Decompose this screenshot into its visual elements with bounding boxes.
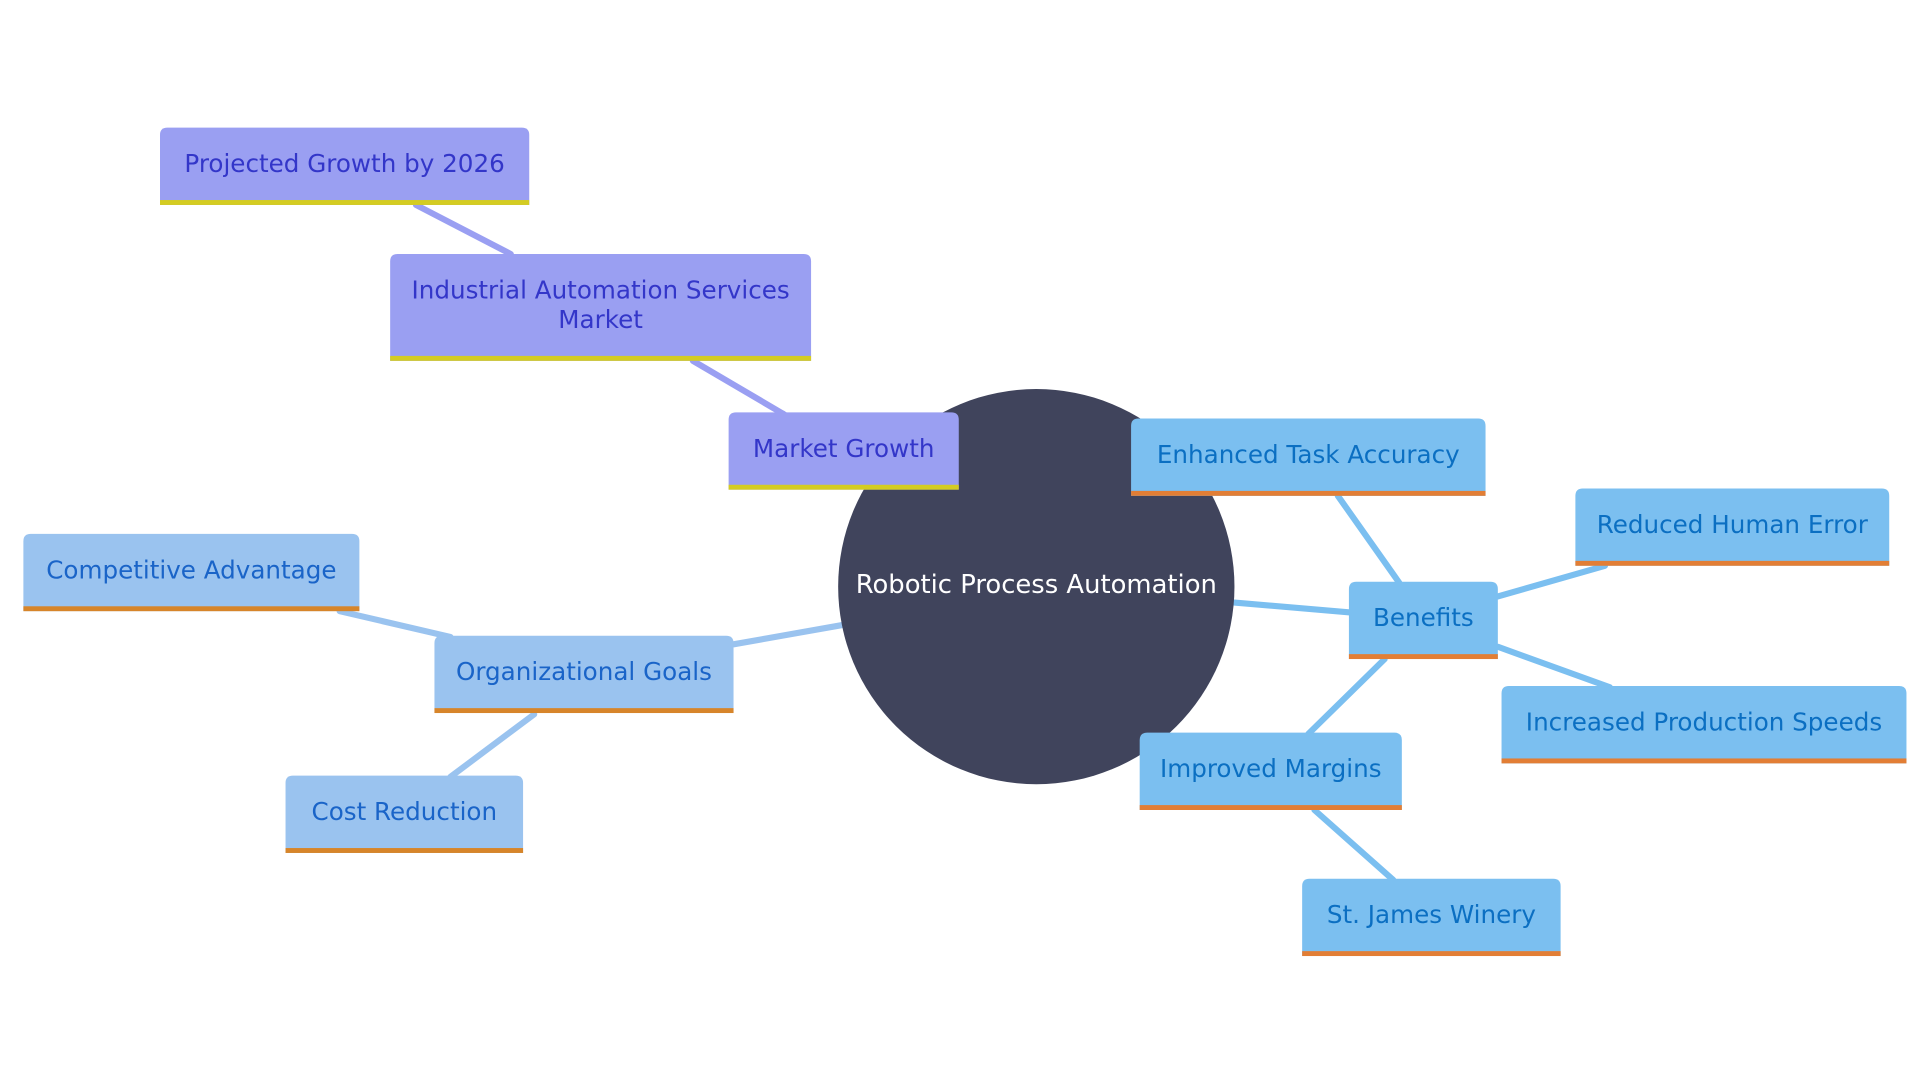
- node-improved-margins[interactable]: Improved Margins: [1139, 732, 1402, 810]
- node-label: Improved Margins: [1160, 754, 1382, 783]
- node-label: Organizational Goals: [456, 657, 712, 686]
- edge-improved-margins-to-st-james-winery: [1311, 806, 1397, 884]
- edge-organizational-goals-to-cost-reduction: [447, 711, 538, 780]
- edge-industrial-automation-to-projected-growth: [412, 201, 514, 258]
- node-underline: [1302, 951, 1561, 957]
- node-label: Market Growth: [753, 434, 935, 463]
- edge-root-to-benefits: [1231, 599, 1354, 616]
- node-industrial-automation[interactable]: Industrial Automation Services Market: [390, 254, 812, 361]
- node-label: St. James Winery: [1327, 900, 1536, 929]
- node-increased-production-speeds[interactable]: Increased Production Speeds: [1501, 686, 1907, 764]
- edge-benefits-to-improved-margins: [1305, 655, 1388, 737]
- edge-root-to-organizational-goals: [730, 621, 848, 648]
- node-underline: [1348, 654, 1498, 660]
- mindmap-diagram: Robotic Process Automation Market Growth…: [23, 127, 1907, 957]
- node-underline: [285, 848, 524, 853]
- node-label: Increased Production Speeds: [1526, 708, 1882, 737]
- edge-market-growth-to-industrial-automation: [689, 357, 786, 417]
- node-market-growth[interactable]: Market Growth: [728, 412, 959, 490]
- node-label: Enhanced Task Accuracy: [1157, 440, 1460, 469]
- node-benefits[interactable]: Benefits: [1348, 581, 1498, 660]
- node-underline: [1131, 490, 1486, 496]
- node-st-james-winery[interactable]: St. James Winery: [1302, 878, 1561, 957]
- node-underline: [390, 355, 812, 361]
- edge-benefits-to-enhanced-task-accuracy: [1334, 492, 1403, 587]
- node-label: Projected Growth by 2026: [184, 149, 504, 178]
- root-node-label: Robotic Process Automation: [856, 570, 1217, 600]
- node-competitive-advantage[interactable]: Competitive Advantage: [23, 533, 360, 612]
- node-underline: [1139, 805, 1402, 810]
- node-reduced-human-error[interactable]: Reduced Human Error: [1575, 488, 1890, 566]
- node-label: Competitive Advantage: [46, 555, 336, 584]
- node-underline: [1501, 758, 1907, 764]
- node-underline: [728, 484, 959, 490]
- node-cost-reduction[interactable]: Cost Reduction: [285, 775, 524, 853]
- node-projected-growth[interactable]: Projected Growth by 2026: [160, 127, 530, 205]
- node-label: Reduced Human Error: [1597, 510, 1869, 539]
- edge-organizational-goals-to-competitive-advantage: [336, 608, 454, 641]
- edge-benefits-to-reduced-human-error: [1494, 562, 1608, 600]
- node-underline: [23, 606, 360, 612]
- node-label: Cost Reduction: [312, 797, 498, 826]
- edge-benefits-to-increased-production-speeds: [1494, 643, 1613, 691]
- node-label: Benefits: [1373, 603, 1474, 632]
- node-enhanced-task-accuracy[interactable]: Enhanced Task Accuracy: [1131, 418, 1486, 496]
- node-underline: [434, 708, 734, 714]
- node-underline: [1575, 560, 1890, 566]
- node-organizational-goals[interactable]: Organizational Goals: [434, 635, 734, 714]
- node-underline: [160, 200, 530, 205]
